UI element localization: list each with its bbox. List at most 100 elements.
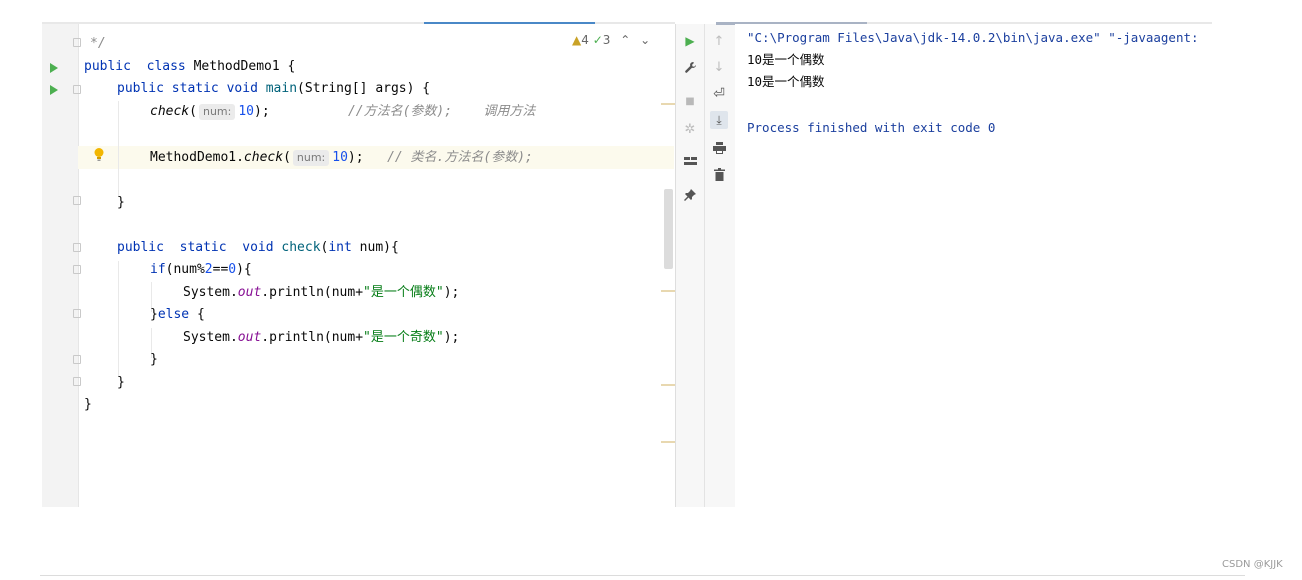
console-output-line: 10是一个偶数: [747, 74, 825, 89]
indent-guide: [118, 101, 119, 197]
code-text: .println(num+: [261, 330, 364, 345]
error-stripe-mark[interactable]: [661, 290, 675, 292]
console-output-line: 10是一个偶数: [747, 52, 825, 67]
code-text: System.: [183, 285, 238, 300]
keyword: void: [226, 81, 258, 96]
code-line-4[interactable]: check(num: 10); //方法名(参数); 调用方法: [150, 101, 535, 123]
code-text: System.: [183, 330, 238, 345]
code-line-17[interactable]: }: [84, 394, 92, 416]
watermark: CSDN @KJJK: [1222, 559, 1283, 570]
keyword: int: [328, 240, 352, 255]
code-line-2[interactable]: public class MethodDemo1 {: [84, 56, 295, 78]
error-stripe-mark[interactable]: [661, 441, 675, 443]
number-literal: 2: [204, 262, 213, 277]
down-arrow-icon[interactable]: ↓: [710, 58, 728, 76]
method-name: main: [265, 81, 298, 96]
code-text: }: [150, 352, 158, 367]
code-line-13[interactable]: }else {: [150, 304, 205, 326]
run-console[interactable]: [735, 24, 1212, 507]
code-text: }: [84, 397, 92, 412]
parameter-hint: num:: [198, 104, 236, 120]
code-comment: */: [90, 36, 106, 51]
code-text: );: [347, 150, 364, 165]
fold-marker[interactable]: [73, 243, 81, 252]
fold-marker[interactable]: [73, 355, 81, 364]
keyword: public: [117, 240, 164, 255]
scroll-to-end-icon[interactable]: ⤓: [710, 111, 728, 129]
fold-marker[interactable]: [73, 38, 81, 47]
rerun-icon[interactable]: ▶: [681, 32, 699, 50]
keyword: void: [242, 240, 274, 255]
number-literal: 0: [228, 262, 237, 277]
code-line-3[interactable]: public static void main(String[] args) {: [117, 78, 430, 100]
page-divider: [40, 575, 1245, 576]
code-text: {: [189, 307, 205, 322]
wrench-icon[interactable]: [681, 58, 699, 76]
console-command-line: "C:\Program Files\Java\jdk-14.0.2\bin\ja…: [747, 30, 1199, 45]
keyword: static: [171, 81, 219, 96]
editor-scrollbar[interactable]: [664, 189, 673, 269]
warning-icon: ▲: [572, 33, 582, 47]
code-line-6[interactable]: MethodDemo1.check(num: 10); // 类名.方法名(参数)…: [150, 147, 533, 169]
code-line-11[interactable]: if(num%2==0){: [150, 259, 252, 281]
trash-icon[interactable]: [710, 165, 728, 183]
run-main-icon[interactable]: [50, 85, 58, 95]
code-text: );: [443, 285, 460, 300]
weak-warning-count: 3: [602, 33, 611, 47]
parameter-hint: num:: [292, 150, 330, 166]
previous-highlight-icon[interactable]: ⌃: [620, 33, 630, 47]
code-line-15[interactable]: }: [150, 349, 158, 371]
code-text: }: [117, 195, 125, 210]
code-text: (String[] args) {: [297, 81, 431, 96]
lightbulb-icon[interactable]: [93, 147, 105, 163]
code-text: );: [254, 104, 270, 119]
fold-marker[interactable]: [73, 309, 81, 318]
code-comment: // 类名.方法名(参数);: [387, 150, 533, 165]
code-text: .println(num+: [261, 285, 364, 300]
soft-wrap-icon[interactable]: ⏎: [710, 85, 728, 103]
code-text: );: [443, 330, 460, 345]
debug-icon[interactable]: ✲: [681, 120, 699, 138]
toolbar-divider: [704, 24, 705, 507]
keyword: public: [84, 59, 131, 74]
print-icon[interactable]: [710, 139, 728, 157]
layout-icon[interactable]: [681, 152, 699, 170]
code-line-8[interactable]: }: [117, 192, 125, 214]
code-text: }: [117, 375, 125, 390]
fold-marker[interactable]: [73, 377, 81, 386]
pin-icon[interactable]: [681, 186, 699, 204]
run-class-icon[interactable]: [50, 63, 58, 73]
weak-warning-icon: ✓: [592, 33, 603, 47]
up-arrow-icon[interactable]: ↑: [710, 32, 728, 50]
string-literal: "是一个奇数": [363, 330, 444, 345]
inspection-widget[interactable]: ▲4 ✓3 ⌃ ⌄: [572, 33, 650, 47]
indent-guide: [118, 261, 119, 377]
keyword: class: [146, 59, 186, 74]
code-line-10[interactable]: public static void check(int num){: [117, 237, 399, 259]
code-text: ){: [236, 262, 252, 277]
console-exit-line: Process finished with exit code 0: [747, 120, 996, 135]
fold-marker[interactable]: [73, 85, 81, 94]
next-highlight-icon[interactable]: ⌄: [640, 33, 650, 47]
number-literal: 10: [238, 104, 254, 119]
code-text: (num%: [165, 262, 205, 277]
fold-marker[interactable]: [73, 265, 81, 274]
stop-icon[interactable]: ■: [681, 92, 699, 110]
error-stripe-mark[interactable]: [661, 384, 675, 386]
keyword: if: [150, 262, 166, 277]
code-line-14[interactable]: System.out.println(num+"是一个奇数");: [183, 327, 459, 349]
class-name: MethodDemo1 {: [193, 59, 296, 74]
method-call: check: [243, 150, 284, 165]
code-text: num){: [351, 240, 399, 255]
code-line-1[interactable]: */: [90, 33, 106, 55]
method-name: check: [281, 240, 321, 255]
fold-marker[interactable]: [73, 196, 81, 205]
warning-count: 4: [581, 33, 589, 47]
error-stripe-mark[interactable]: [661, 103, 675, 105]
code-text: (: [283, 150, 291, 165]
code-comment: //方法名(参数); 调用方法: [347, 104, 536, 119]
code-line-16[interactable]: }: [117, 372, 125, 394]
code-line-12[interactable]: System.out.println(num+"是一个偶数");: [183, 282, 459, 304]
class-reference: MethodDemo1.: [150, 150, 244, 165]
keyword: public: [117, 81, 164, 96]
